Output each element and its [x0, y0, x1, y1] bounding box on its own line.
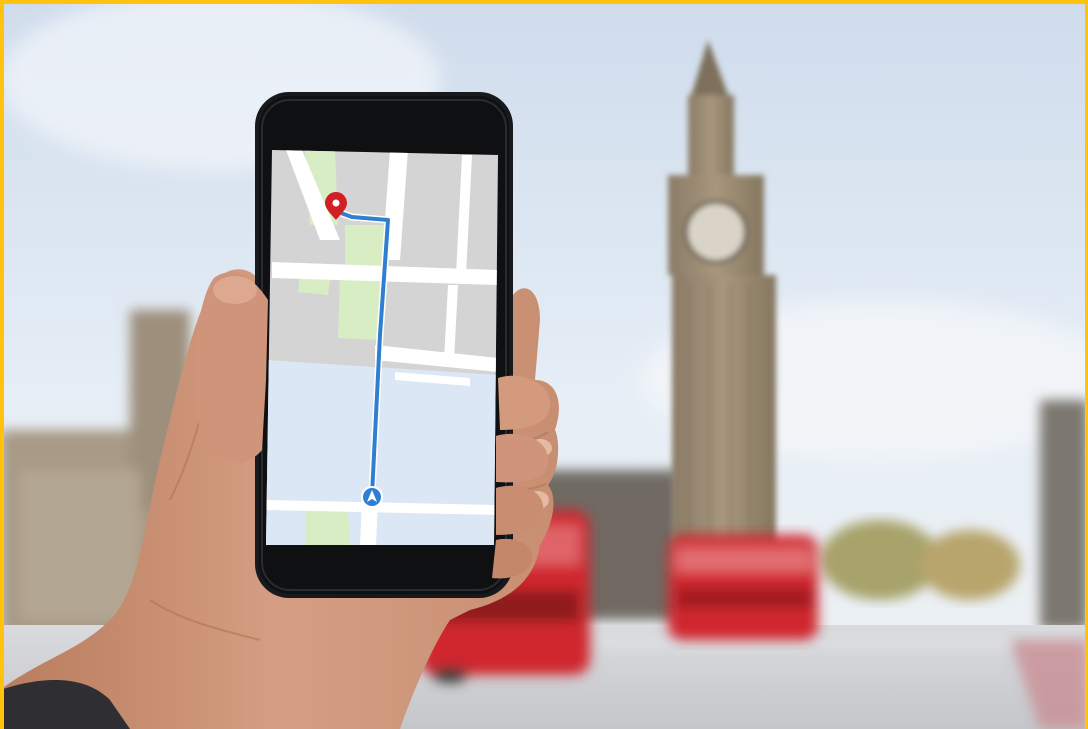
red-bus-right: [668, 535, 818, 640]
photo-scene: [0, 0, 1088, 729]
map-water: [266, 360, 498, 545]
photo-background: [0, 0, 1088, 729]
map-screen: [266, 150, 498, 545]
navigation-arrow-icon: [361, 486, 383, 508]
